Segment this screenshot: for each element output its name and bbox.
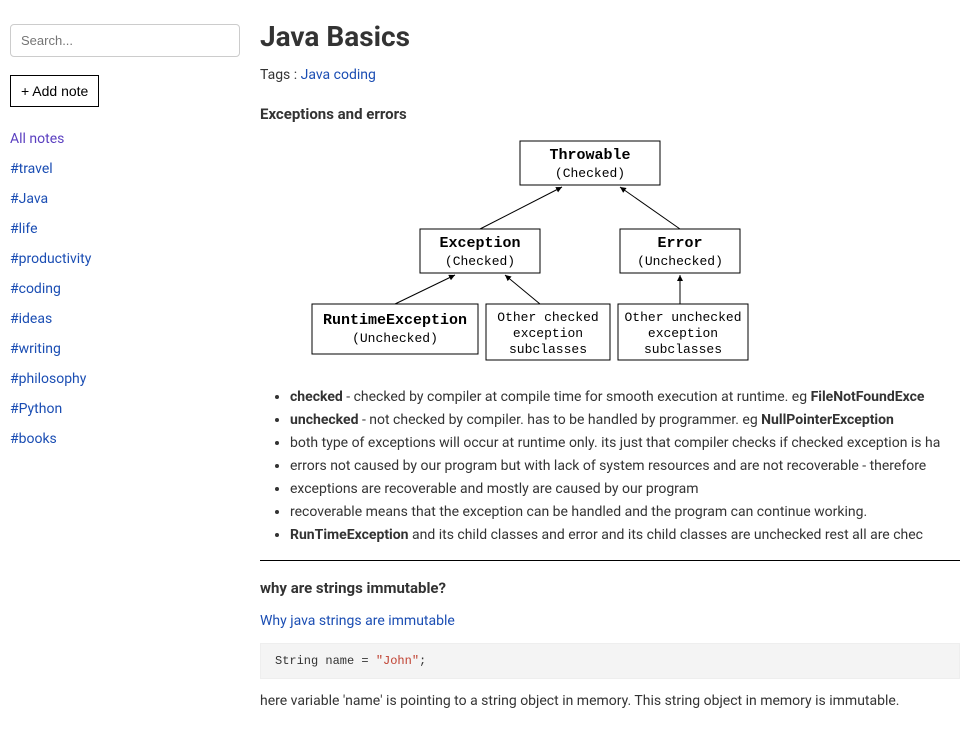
section-divider — [260, 560, 960, 561]
diagram-error: Error — [657, 235, 702, 252]
diagram-runtime: RuntimeException — [323, 312, 467, 329]
tags-line: Tags : Java coding — [260, 67, 960, 83]
main-content: Java Basics Tags : Java coding Exception… — [260, 0, 960, 743]
diagram-throwable-sub: (Checked) — [555, 166, 625, 181]
bullet-item: RunTimeException and its child classes a… — [290, 525, 960, 546]
diagram-runtime-sub: (Unchecked) — [352, 331, 438, 346]
exception-hierarchy-diagram: Throwable (Checked) Exception (Checked) … — [310, 139, 960, 369]
diagram-other-checked-1: Other checked — [497, 310, 598, 325]
diagram-other-unchecked-3: subclasses — [644, 342, 722, 357]
diagram-other-unchecked-2: exception — [648, 326, 718, 341]
sidebar-tag-item[interactable]: #philosophy — [10, 371, 250, 387]
diagram-throwable: Throwable — [549, 147, 630, 164]
sidebar-tag-item[interactable]: #coding — [10, 281, 250, 297]
section-heading-exceptions: Exceptions and errors — [260, 105, 960, 123]
bullet-item: errors not caused by our program but wit… — [290, 456, 960, 477]
diagram-exception: Exception — [439, 235, 520, 252]
sidebar-tag-item[interactable]: #ideas — [10, 311, 250, 327]
sidebar-tag-item[interactable]: #life — [10, 221, 250, 237]
diagram-other-unchecked-1: Other unchecked — [624, 310, 741, 325]
diagram-other-checked-2: exception — [513, 326, 583, 341]
sidebar-tag-item[interactable]: #Java — [10, 191, 250, 207]
bullet-item: recoverable means that the exception can… — [290, 502, 960, 523]
sidebar: + Add note All notes #travel #Java #life #p… — [0, 0, 260, 743]
sidebar-tag-item[interactable]: #writing — [10, 341, 250, 357]
diagram-error-sub: (Unchecked) — [637, 254, 723, 269]
nav-list: All notes — [10, 131, 250, 147]
sidebar-tag-item[interactable]: #productivity — [10, 251, 250, 267]
bullet-item: both type of exceptions will occur at ru… — [290, 433, 960, 454]
note-title: Java Basics — [260, 20, 960, 53]
section-heading-strings: why are strings immutable? — [260, 579, 960, 597]
search-input[interactable] — [10, 24, 240, 57]
code-block: String name = "John"; — [260, 643, 960, 679]
add-note-button[interactable]: + Add note — [10, 75, 99, 107]
diagram-svg: Throwable (Checked) Exception (Checked) … — [310, 139, 780, 369]
tags-prefix: Tags : — [260, 67, 301, 83]
strings-immutable-link[interactable]: Why java strings are immutable — [260, 613, 455, 629]
note-tag-link[interactable]: coding — [334, 67, 376, 83]
diagram-exception-sub: (Checked) — [445, 254, 515, 269]
code-prefix: String name = — [275, 654, 376, 668]
exception-bullets: checked - checked by compiler at compile… — [290, 387, 960, 546]
tag-list: #travel #Java #life #productivity #coding #id… — [10, 161, 250, 447]
bullet-item: exceptions are recoverable and mostly ar… — [290, 479, 960, 500]
note-tag-link[interactable]: Java — [301, 67, 331, 83]
strings-explanation: here variable 'name' is pointing to a st… — [260, 693, 960, 709]
sidebar-tag-item[interactable]: #books — [10, 431, 250, 447]
sidebar-tag-item[interactable]: #Python — [10, 401, 250, 417]
nav-all-notes[interactable]: All notes — [10, 131, 250, 147]
diagram-other-checked-3: subclasses — [509, 342, 587, 357]
bullet-item: checked - checked by compiler at compile… — [290, 387, 960, 408]
code-suffix: ; — [419, 654, 426, 668]
bullet-item: unchecked - not checked by compiler. has… — [290, 410, 960, 431]
sidebar-tag-item[interactable]: #travel — [10, 161, 250, 177]
code-string-literal: "John" — [376, 654, 419, 668]
